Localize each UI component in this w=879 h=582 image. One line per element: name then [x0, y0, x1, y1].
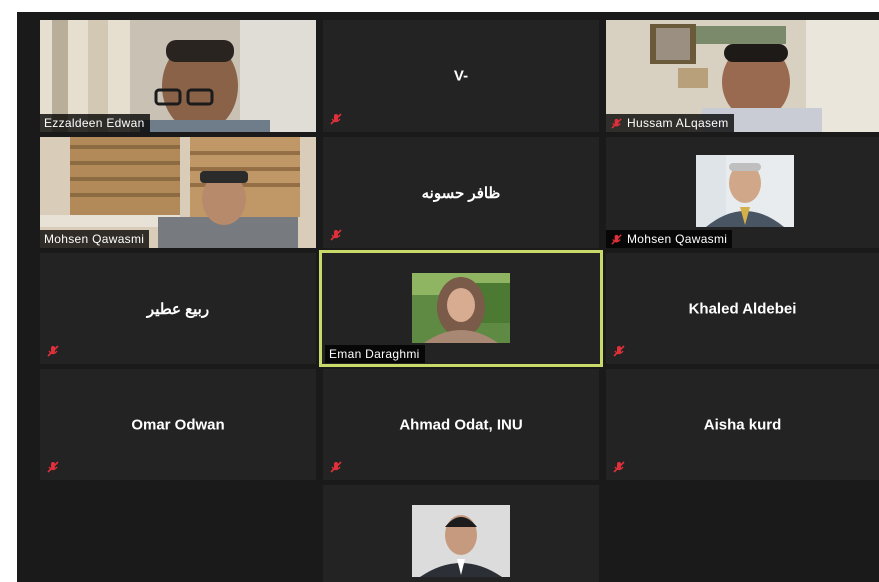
participant-name: Mohsen Qawasmi: [44, 232, 145, 246]
participant-tile-v[interactable]: V-: [323, 20, 599, 132]
participant-name: Mohsen Qawasmi: [627, 232, 728, 246]
mic-off-icon: [611, 233, 622, 245]
mic-off-icon: [613, 461, 625, 473]
mic-off-icon: [47, 461, 59, 473]
participant-tile-partial[interactable]: [323, 485, 599, 582]
participant-name-tag: Ezzaldeen Edwan: [40, 114, 150, 132]
participant-name-tag: Mohsen Qawasmi: [40, 230, 150, 248]
participant-name: Eman Daraghmi: [329, 347, 420, 361]
mic-off-icon: [613, 345, 625, 357]
participant-tile-eman[interactable]: Eman Daraghmi: [319, 250, 603, 367]
participant-name: Hussam ALqasem: [627, 116, 729, 130]
profile-picture: [412, 505, 510, 577]
participant-name-tag: Eman Daraghmi: [325, 345, 425, 363]
participant-name: Aisha kurd: [703, 416, 782, 433]
participant-name: Ezzaldeen Edwan: [44, 116, 145, 130]
mic-off-icon: [330, 229, 342, 241]
participant-tile-ahmad[interactable]: Ahmad Odat, INU: [323, 369, 599, 480]
participant-tile-omar[interactable]: Omar Odwan: [40, 369, 316, 480]
participant-name: ربيع عطير: [146, 300, 210, 318]
participant-name-tag: Mohsen Qawasmi: [606, 230, 733, 248]
participant-tile-mohsen-2[interactable]: Mohsen Qawasmi: [606, 137, 879, 248]
participant-tile-aisha[interactable]: Aisha kurd: [606, 369, 879, 480]
gallery-view: Ezzaldeen Edwan V- Hussam ALqasem Mohsen…: [17, 12, 879, 582]
participant-name: Omar Odwan: [131, 416, 225, 433]
participant-tile-khaled[interactable]: Khaled Aldebei: [606, 253, 879, 364]
participant-name: Ahmad Odat, INU: [399, 416, 523, 433]
mic-off-icon: [330, 113, 342, 125]
participant-tile-mohsen-1[interactable]: Mohsen Qawasmi: [40, 137, 316, 248]
participant-tile-rabee[interactable]: ربيع عطير: [40, 253, 316, 364]
profile-picture: [696, 155, 794, 227]
mic-off-icon: [47, 345, 59, 357]
participant-tile-ezzaldeen[interactable]: Ezzaldeen Edwan: [40, 20, 316, 132]
participant-name: Khaled Aldebei: [688, 300, 797, 317]
mic-off-icon: [330, 461, 342, 473]
participant-name-tag: Hussam ALqasem: [606, 114, 734, 132]
participant-tile-dhafer[interactable]: ظافر حسونه: [323, 137, 599, 248]
participant-name: V-: [453, 67, 469, 85]
mic-off-icon: [611, 117, 622, 129]
participant-tile-hussam[interactable]: Hussam ALqasem: [606, 20, 879, 132]
profile-picture: [412, 273, 510, 343]
participant-name: ظافر حسونه: [421, 184, 501, 202]
